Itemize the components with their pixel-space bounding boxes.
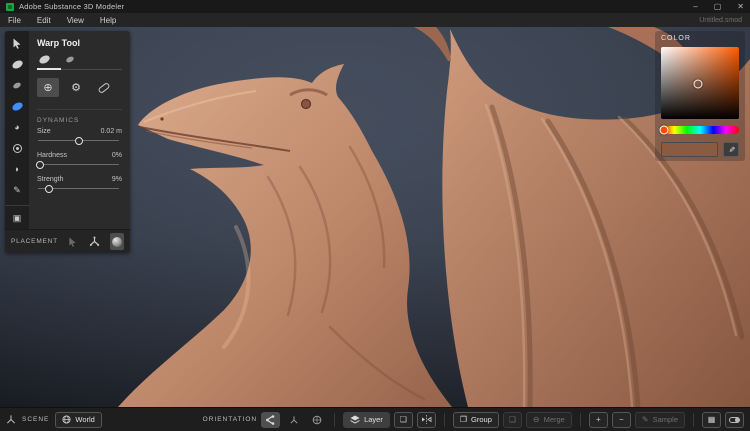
menu-view[interactable]: View [67,16,84,25]
pencil-tool-icon[interactable]: ✎ [9,184,25,196]
hardness-slider-knob[interactable] [36,161,44,169]
hardness-slider-track[interactable] [38,164,119,165]
pose-tool-icon[interactable] [9,142,25,154]
hardness-value: 0% [112,152,122,159]
placement-bar: PLACEMENT [5,229,130,253]
3d-viewport[interactable]: ◕ ◗ ✎ ▣ Warp Tool ⊕ [0,27,750,407]
sample-icon: ✎ [642,415,649,424]
tool-strip: ◕ ◗ ✎ ▣ [5,31,29,229]
status-bar: SCENE World ORIENTATION Layer ❏ [0,407,750,431]
size-slider-knob[interactable] [75,137,83,145]
menu-file[interactable]: File [8,16,21,25]
tool-panel-title: Warp Tool [37,38,122,48]
divider [693,413,694,427]
placement-label: PLACEMENT [11,238,58,245]
world-button-label: World [75,415,94,424]
sample-button[interactable]: ✎ Sample [635,412,685,428]
size-label: Size [37,128,51,135]
warp-brush-tab-icon[interactable] [38,54,51,65]
minimize-button[interactable]: – [693,3,697,11]
size-slider-track[interactable] [38,140,119,141]
gear-mode-button[interactable]: ⚙ [65,78,87,97]
orientation-label: ORIENTATION [203,416,257,423]
secondary-brush-tab-icon[interactable] [65,55,74,63]
strength-slider-track[interactable] [38,188,119,189]
orientation-axis-button[interactable] [284,412,303,428]
strength-slider: Strength 9% [37,176,122,193]
sv-picker-handle[interactable] [694,80,703,89]
merge-button-label: Merge [544,415,565,424]
eyedropper-button[interactable]: ✎ [723,142,739,157]
strength-label: Strength [37,176,63,183]
mirror-button[interactable] [417,412,436,428]
group-icon: ❐ [460,415,467,424]
color-panel: COLOR ✎ [655,31,745,161]
size-slider: Size 0.02 m [37,128,122,145]
add-button[interactable]: + [589,412,608,428]
merge-button[interactable]: ⊖ Merge [526,412,572,428]
smooth-tool-icon[interactable] [9,80,25,92]
active-tab-indicator [37,68,61,70]
subtract-button[interactable]: − [612,412,631,428]
document-name: Untitled.smod [699,17,742,24]
app-title: Adobe Substance 3D Modeler [19,2,124,11]
close-button[interactable]: ✕ [737,3,744,11]
sample-button-label: Sample [653,415,678,424]
layer-button[interactable]: Layer [343,412,390,428]
merge-icon: ⊖ [533,415,540,424]
hue-slider-handle[interactable] [660,126,669,135]
placement-axis-icon[interactable] [88,233,102,250]
dynamics-section-label: DYNAMICS [37,109,122,124]
strength-slider-knob[interactable] [45,185,53,193]
strength-value: 9% [112,176,122,183]
size-value: 0.02 m [101,128,122,135]
scene-label: SCENE [22,416,49,423]
title-bar: Adobe Substance 3D Modeler – ▢ ✕ [0,0,750,13]
save-icon[interactable]: ▣ [9,211,25,225]
paint-tool-icon[interactable]: ◗ [9,163,25,175]
hue-slider[interactable] [661,126,739,134]
select-tool-icon[interactable] [9,38,25,50]
symmetry-grid-button[interactable]: ▦ [702,412,721,428]
current-color-swatch [661,142,718,157]
view-toggle-button[interactable] [725,412,744,428]
globe-icon [62,415,71,424]
brush-mode-tabs [37,54,122,70]
primitive-tool-icon[interactable]: ◕ [9,122,25,134]
link-mode-button[interactable] [93,78,115,97]
move-mode-button[interactable]: ⊕ [37,78,59,97]
hardness-label: Hardness [37,152,67,159]
world-button[interactable]: World [55,412,101,428]
layers-icon [350,415,360,424]
hardness-slider: Hardness 0% [37,152,122,169]
orientation-surface-button[interactable] [261,412,280,428]
maximize-button[interactable]: ▢ [714,3,722,11]
app-window: Adobe Substance 3D Modeler – ▢ ✕ File Ed… [0,0,750,431]
ungroup-button[interactable]: ❏ [503,412,522,428]
placement-sphere-icon[interactable] [110,233,124,250]
menu-help[interactable]: Help [100,16,116,25]
saturation-value-picker[interactable] [661,47,739,119]
warp-tool-icon-active[interactable] [9,101,25,113]
orientation-world-button[interactable] [307,412,326,428]
color-panel-label: COLOR [661,35,739,42]
menu-edit[interactable]: Edit [37,16,51,25]
divider [444,413,445,427]
divider [334,413,335,427]
app-logo-icon [6,3,14,11]
menu-bar: File Edit View Help Untitled.smod [0,13,750,27]
group-button-label: Group [471,415,492,424]
layer-button-label: Layer [364,415,383,424]
duplicate-button[interactable]: ❏ [394,412,413,428]
tool-options-panel: ◕ ◗ ✎ ▣ Warp Tool ⊕ [5,31,130,253]
scene-tripod-icon [6,414,16,425]
group-button[interactable]: ❐ Group [453,412,499,428]
clay-tool-icon[interactable] [9,59,25,71]
placement-hand-icon[interactable] [66,233,80,250]
divider [580,413,581,427]
